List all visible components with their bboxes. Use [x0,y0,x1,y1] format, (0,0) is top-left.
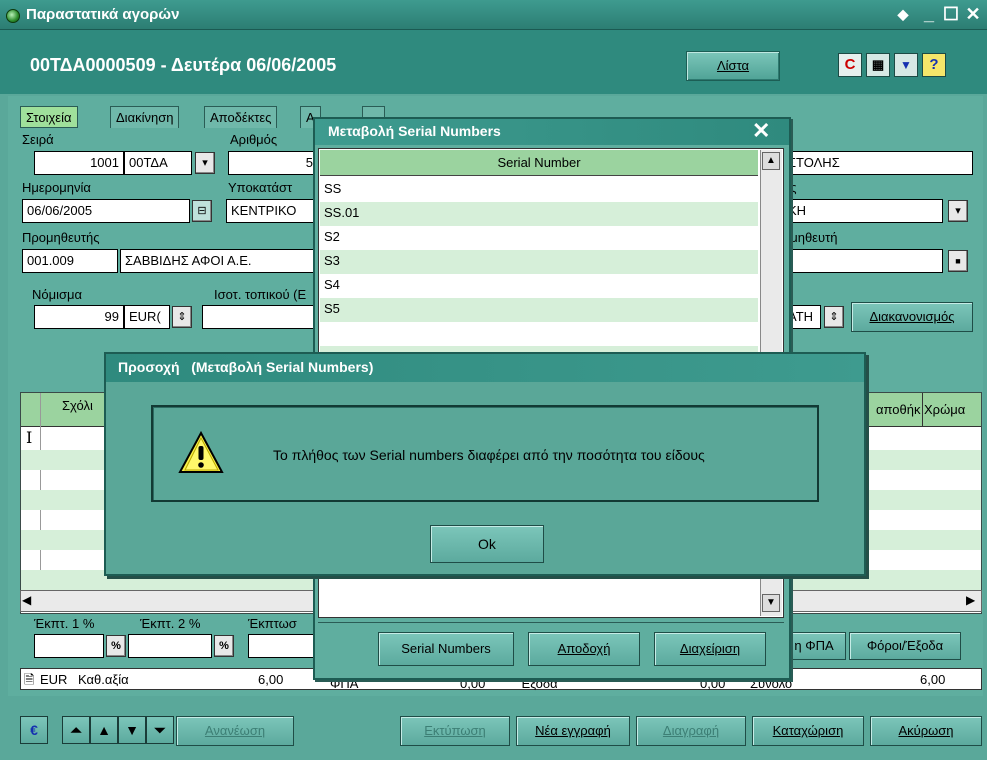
branch-label: Υποκατάστ [228,180,293,195]
list-item[interactable]: S4 [320,274,758,298]
type-field[interactable]: ΚΗ [783,199,943,223]
local-rate-label: Ισοτ. τοπικού (Ε [214,287,307,302]
discount1-label: Έκπτ. 1 % [34,616,95,631]
date-field[interactable]: 06/06/2005 [22,199,190,223]
window-title: Παραστατικά αγορών [26,6,180,23]
refresh-button[interactable]: Ανανέωση [176,716,294,746]
tab-recipients[interactable]: Αποδέκτες [204,106,278,128]
col-color[interactable]: Χρώμα [924,402,965,417]
calendar-icon[interactable]: ⊟ [192,200,212,222]
shipping-field[interactable]: ΣΤΟΛΗΣ [783,151,973,175]
close-window-button[interactable]: ✕ [962,4,984,26]
new-record-button[interactable]: Νέα εγγραφή [516,716,630,746]
warning-icon [178,430,224,473]
list-button[interactable]: Λίστα [686,51,780,81]
serial-dialog-close-icon[interactable]: ✕ [752,118,770,144]
currency-dropdown-button[interactable]: ⇕ [172,306,192,328]
supplier-label: Προμηθευτής [22,230,100,245]
grand-total-value: 6,00 [920,672,946,687]
form-icon[interactable]: ▼ [894,53,918,77]
taxes-expenses-button[interactable]: Φόροι/Έξοδα [849,632,961,660]
series-dropdown-button[interactable]: ▾ [195,152,215,174]
row-cursor-icon: I [26,428,33,447]
type-dropdown-button[interactable]: ▾ [948,200,968,222]
col-warehouse[interactable]: αποθήκ [876,402,921,417]
number-label: Αριθμός [230,132,278,147]
list-item[interactable]: S5 [320,298,758,322]
list-item[interactable]: S2 [320,226,758,250]
discount2-field[interactable] [128,634,212,658]
series-code-field[interactable]: 00ΤΔΑ [124,151,192,175]
app-logo-icon [6,9,20,23]
totals-currency: EUR [40,672,68,687]
discount1-field[interactable] [34,634,104,658]
currency-label: Νόμισμα [32,287,83,302]
ok-button[interactable]: Ok [430,525,544,563]
pin-icon[interactable]: ◆ [892,4,914,26]
list-item[interactable]: SS.01 [320,202,758,226]
settlement-button[interactable]: Διακανονισμός [851,302,973,332]
first-record-icon[interactable]: ⏶ [62,716,90,744]
discount2-label: Έκπτ. 2 % [140,616,201,631]
discount2-percent-button[interactable]: % [214,635,234,657]
next-record-icon[interactable]: ▼ [118,716,146,744]
supplier-name-field[interactable]: ΣΑΒΒΙΔΗΣ ΑΦΟΙ Α.Ε. [120,249,318,273]
tab-movement[interactable]: Διακίνηση [110,106,180,128]
currency-code-field[interactable]: EUR( [124,305,170,329]
series-number-field[interactable]: 1001 [34,151,124,175]
print-button[interactable]: Εκτύπωση [400,716,510,746]
save-button[interactable]: Καταχώριση [752,716,864,746]
last-record-icon[interactable]: ⏷ [146,716,174,744]
warning-dialog-title: Προσοχή (Μεταβολή Serial Numbers) [118,359,374,375]
supplier-code-field[interactable]: 001.009 [22,249,118,273]
scroll-left-icon[interactable]: ◀ [22,593,31,607]
supplier2-label: ομηθευτή [783,230,838,245]
calculator-icon[interactable]: ▦ [866,53,890,77]
minimize-button[interactable]: _ [918,4,940,26]
list-item[interactable]: S3 [320,250,758,274]
document-icon: 🗎 [24,672,35,687]
serial-number-column-header[interactable]: Serial Number [320,150,758,176]
supplier2-field[interactable] [783,249,943,273]
net-value: 6,00 [258,672,284,687]
warning-message: Το πλήθος των Serial numbers διαφέρει απ… [273,447,705,463]
scroll-up-icon[interactable]: ▲ [762,152,780,170]
series-label: Σειρά [22,132,54,147]
currency-number-field[interactable]: 99 [34,305,124,329]
scroll-down-icon[interactable]: ▼ [762,594,780,612]
supplier2-lookup-button[interactable]: ■ [948,250,968,272]
document-title: 00ΤΔΑ0000509 - Δευτέρα 06/06/2005 [30,55,337,75]
previous-record-icon[interactable]: ▲ [90,716,118,744]
help-icon[interactable]: ? [922,53,946,77]
accept-button[interactable]: Αποδοχή [528,632,640,666]
serial-dialog-title: Μεταβολή Serial Numbers [328,123,501,139]
date-label: Ημερομηνία [22,180,91,195]
maximize-button[interactable]: ☐ [940,4,962,26]
serial-numbers-button[interactable]: Serial Numbers [378,632,514,666]
scroll-right-icon[interactable]: ▶ [966,593,975,607]
col-comments[interactable]: Σχόλι [62,398,93,413]
euro-button[interactable]: € [20,716,48,744]
cancel-button[interactable]: Ακύρωση [870,716,982,746]
list-item[interactable] [320,322,758,346]
tab-details[interactable]: Στοιχεία [20,106,78,128]
discount-amount-field[interactable] [248,634,318,658]
number-field[interactable]: 5 [228,151,318,175]
vat-button[interactable]: η ΦΠΑ [782,632,846,660]
discount1-percent-button[interactable]: % [106,635,126,657]
list-item[interactable]: SS [320,178,758,202]
branch-field[interactable]: ΚΕΝΤΡΙΚΟ [226,199,318,223]
discount-amount-label: Έκπτωσ [248,616,297,631]
delete-button[interactable]: Διαγραφή [636,716,746,746]
refresh-c-icon[interactable]: C [838,53,862,77]
local-rate-field[interactable] [202,305,318,329]
settlement-dropdown-button[interactable]: ⇕ [824,306,844,328]
manage-button[interactable]: Διαχείριση [654,632,766,666]
net-value-label: Καθ.αξία [78,672,129,687]
